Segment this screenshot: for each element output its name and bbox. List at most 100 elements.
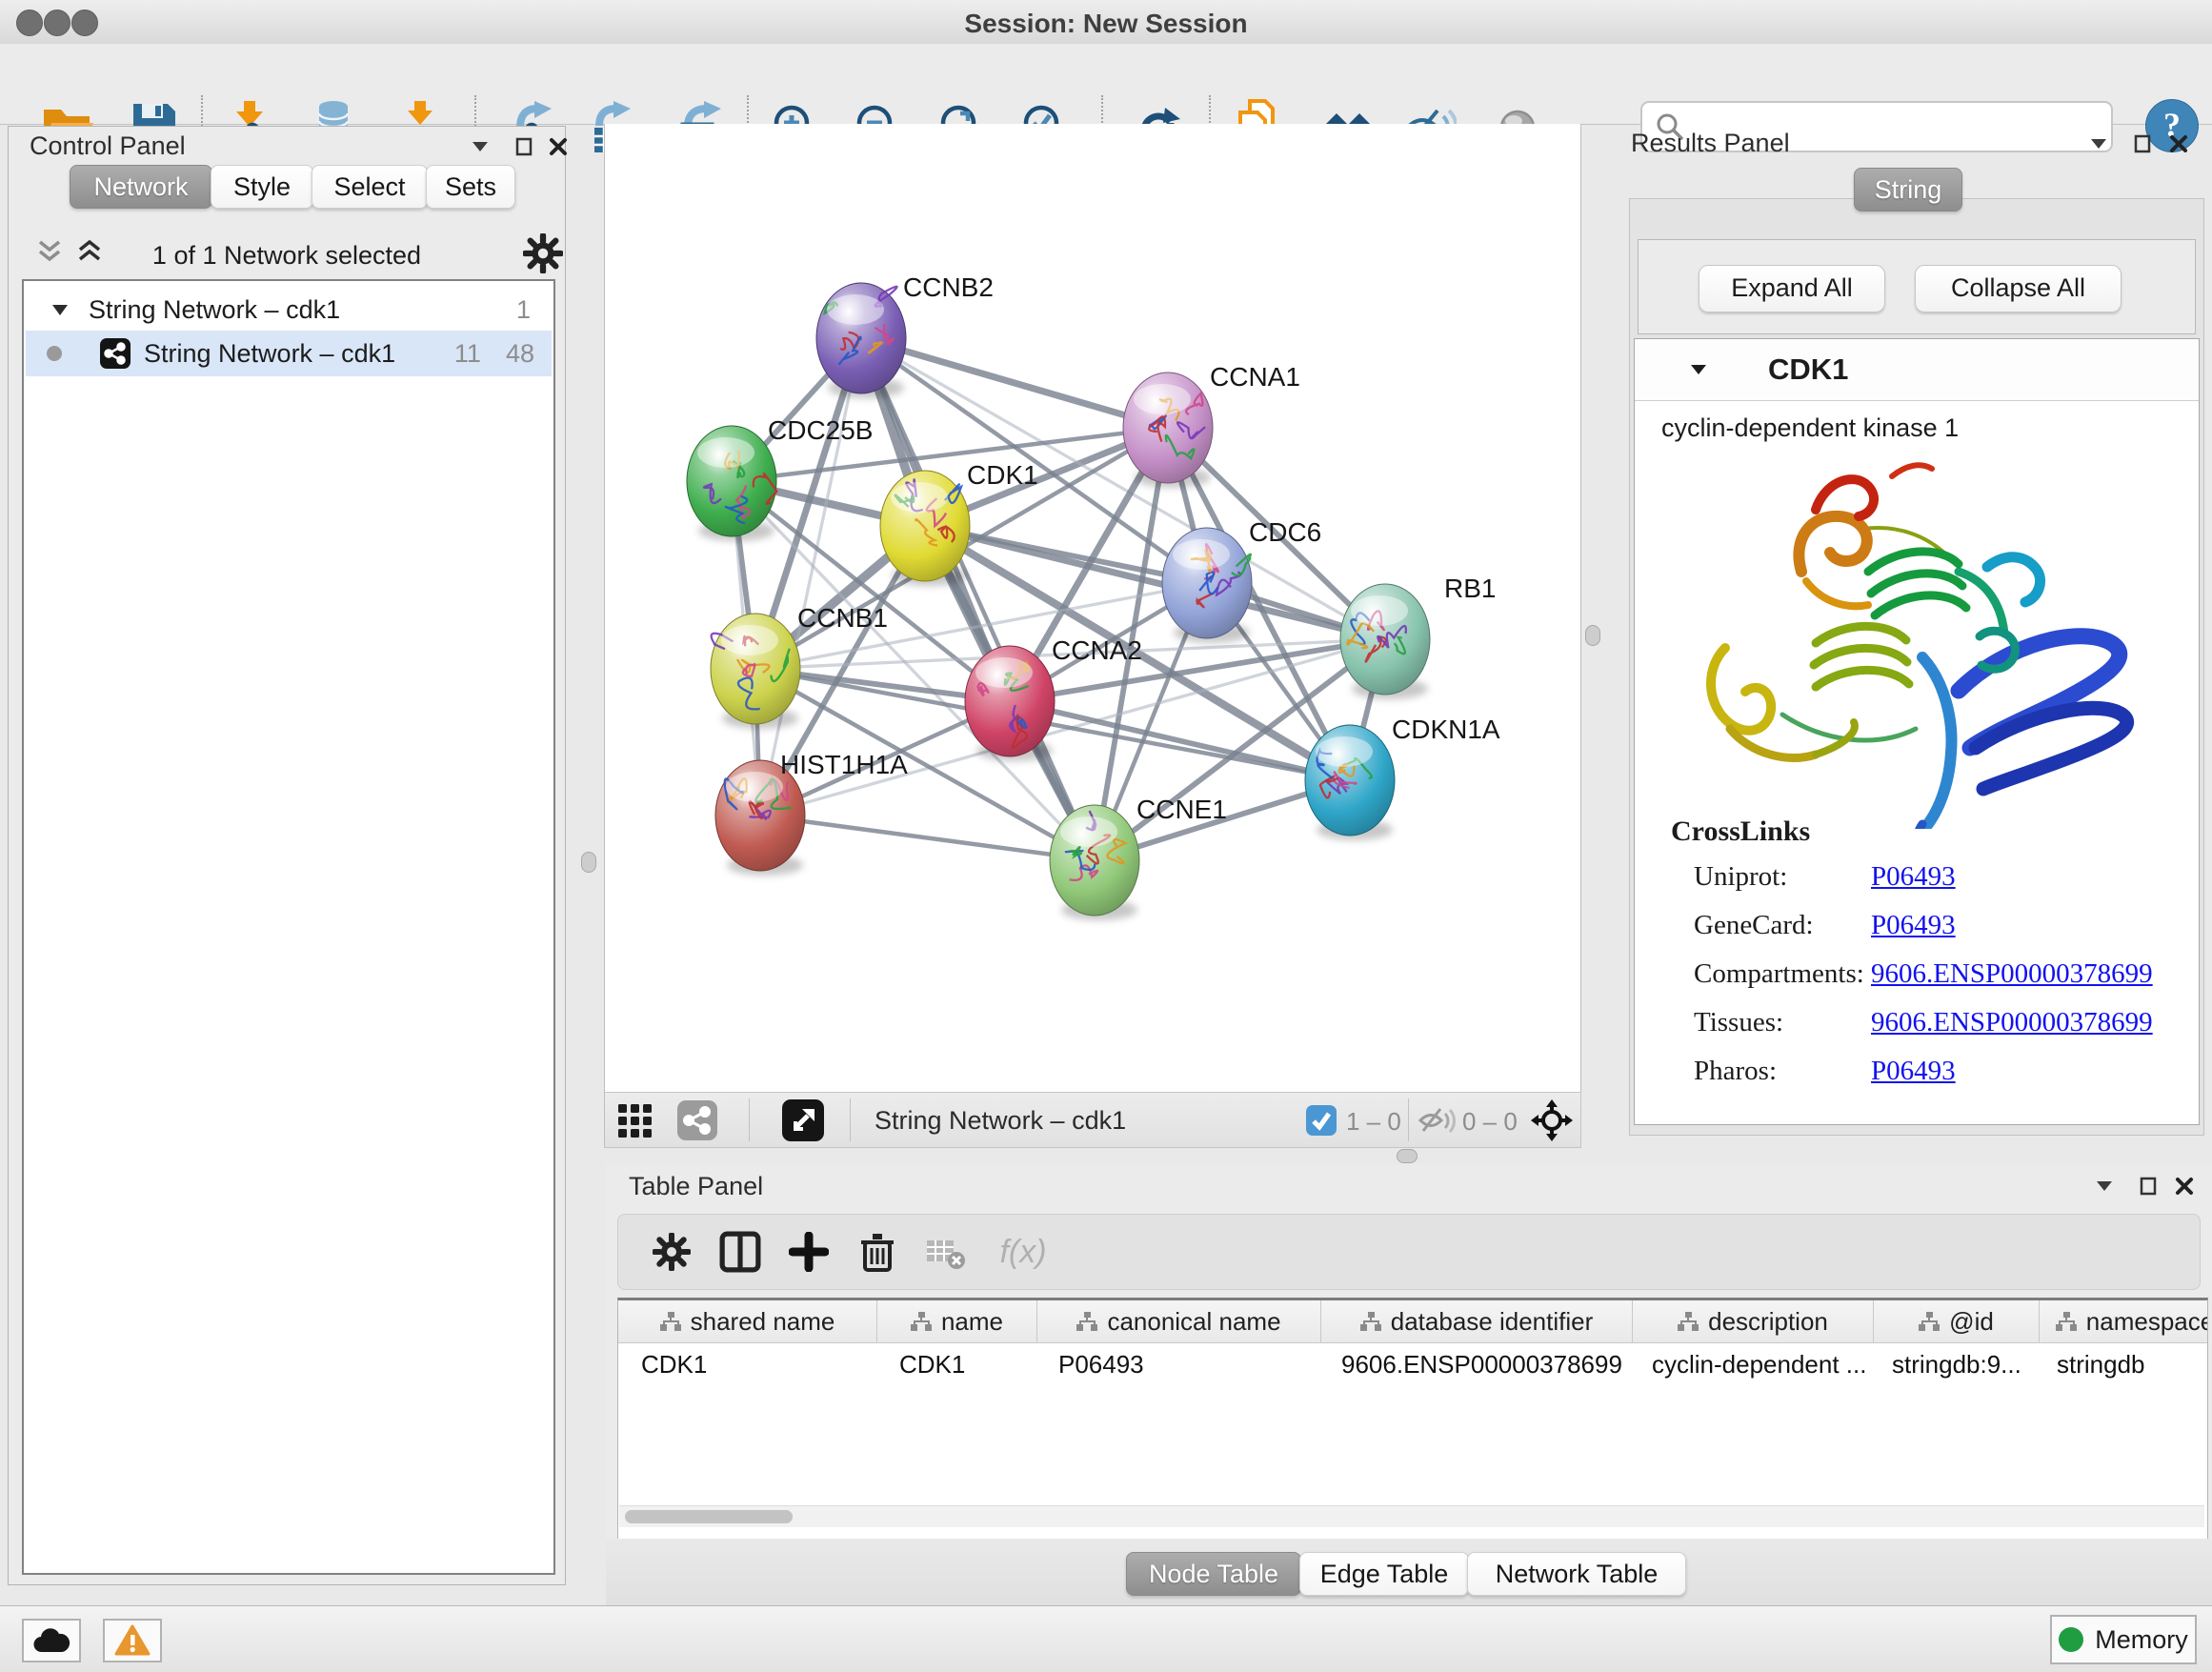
column-header[interactable]: description [1633, 1300, 1874, 1342]
add-column-button[interactable] [774, 1223, 843, 1280]
tab-edge-table[interactable]: Edge Table [1299, 1552, 1469, 1596]
results-panel-menu-button[interactable] [2082, 131, 2115, 156]
bottom-splitter-handle[interactable] [1397, 1149, 1418, 1163]
left-splitter-handle[interactable] [581, 852, 596, 873]
tab-network[interactable]: Network [70, 165, 212, 209]
table-panel-close-button[interactable] [2168, 1174, 2201, 1199]
column-header[interactable]: namespace [2040, 1300, 2208, 1342]
network-collection-row[interactable]: String Network – cdk1 1 [26, 287, 552, 332]
collection-label: String Network – cdk1 [89, 295, 340, 325]
crosslink-row: GeneCard: P06493 [1635, 910, 2199, 957]
table-panel-float-button[interactable] [2132, 1174, 2164, 1199]
table-header-row: shared namenamecanonical namedatabase id… [618, 1300, 2207, 1343]
svg-text:CDK1: CDK1 [967, 460, 1038, 490]
column-header[interactable]: canonical name [1037, 1300, 1321, 1342]
delete-table-icon [925, 1233, 967, 1271]
table-cell: P06493 [1036, 1343, 1318, 1385]
crosslink-value-link[interactable]: 9606.ENSP00000378699 [1871, 1007, 2153, 1038]
cloud-status-button[interactable] [22, 1619, 81, 1662]
selected-checkbox[interactable] [1306, 1100, 1337, 1140]
gene-header-row[interactable]: CDK1 [1635, 339, 2199, 401]
column-header[interactable]: @id [1874, 1300, 2040, 1342]
table-row[interactable]: CDK1CDK1P064939606.ENSP00000378699cyclin… [618, 1343, 2207, 1385]
network-list: String Network – cdk1 1 String Network –… [22, 279, 555, 1575]
tab-style[interactable]: Style [211, 165, 313, 209]
control-panel-close-button[interactable] [542, 134, 574, 159]
memory-label: Memory [2095, 1625, 2188, 1655]
control-panel-float-button[interactable] [508, 134, 540, 159]
table-cell: CDK1 [876, 1343, 1036, 1385]
network-options-gear-button[interactable] [523, 233, 563, 273]
collapse-all-button[interactable]: Collapse All [1915, 265, 2122, 312]
crosslink-row: Tissues: 9606.ENSP00000378699 [1635, 1007, 2199, 1055]
network-row[interactable]: String Network – cdk1 11 48 [26, 331, 552, 376]
crosslink-value-link[interactable]: P06493 [1871, 861, 1956, 893]
crosslink-label: Tissues: [1694, 1007, 1783, 1038]
float-window-icon [2140, 1177, 2157, 1196]
chevron-down-icon [472, 141, 489, 152]
grid-icon [618, 1102, 654, 1138]
birds-eye-view-button[interactable] [782, 1100, 824, 1140]
table-horizontal-scrollbar [619, 1505, 2204, 1527]
collapse-triangle-icon[interactable] [1690, 364, 1707, 375]
results-panel: Results Panel String Expand All Collapse… [1619, 124, 2212, 1148]
close-icon [549, 137, 568, 156]
crosslink-label: Uniprot: [1694, 861, 1787, 893]
chevron-down-icon [2090, 138, 2107, 150]
delete-table-button-disabled [912, 1223, 980, 1280]
table-cell: stringdb:9... [1869, 1343, 2034, 1385]
crosslink-value-link[interactable]: 9606.ENSP00000378699 [1871, 958, 2153, 990]
tab-node-table[interactable]: Node Table [1126, 1552, 1301, 1596]
network-selection-status: 1 of 1 Network selected [9, 241, 565, 271]
svg-text:CDC25B: CDC25B [768, 415, 873, 445]
results-panel-close-button[interactable] [2162, 131, 2195, 156]
results-panel-float-button[interactable] [2126, 131, 2159, 156]
network-share-button[interactable] [677, 1100, 717, 1140]
hidden-toggle-button[interactable] [1418, 1100, 1456, 1140]
columns-icon [719, 1231, 761, 1273]
show-columns-button[interactable] [706, 1223, 774, 1280]
network-canvas[interactable]: CCNB2CCNA1CDC25BCDK1CDC6RB1CCNB1CCNA2CDK… [604, 124, 1581, 1092]
table-panel-menu-button[interactable] [2088, 1174, 2121, 1199]
tab-network-table[interactable]: Network Table [1467, 1552, 1686, 1596]
tab-sets[interactable]: Sets [426, 165, 515, 209]
pan-tool-button[interactable] [1531, 1100, 1573, 1140]
grid-view-button[interactable] [618, 1100, 654, 1140]
crosslink-value-link[interactable]: P06493 [1871, 1056, 1956, 1087]
tab-select[interactable]: Select [312, 165, 428, 209]
control-panel-title: Control Panel [30, 131, 186, 161]
expand-all-button[interactable]: Expand All [1699, 265, 1885, 312]
column-header[interactable]: name [877, 1300, 1037, 1342]
crosslink-value-link[interactable]: P06493 [1871, 910, 1956, 941]
share-icon [677, 1100, 717, 1140]
collection-count: 1 [516, 295, 531, 325]
crosslink-label: Pharos: [1694, 1056, 1777, 1087]
plus-icon [789, 1232, 829, 1272]
delete-column-button[interactable] [843, 1223, 912, 1280]
svg-text:RB1: RB1 [1444, 574, 1496, 603]
footer-separator [850, 1098, 851, 1141]
svg-text:CCNA2: CCNA2 [1052, 635, 1142, 665]
memory-button[interactable]: Memory [2050, 1615, 2197, 1664]
birds-eye-icon [782, 1099, 824, 1141]
warning-status-button[interactable] [103, 1619, 162, 1662]
control-panel: Control Panel Network Style Select Sets … [8, 126, 566, 1585]
window-title: Session: New Session [0, 9, 2212, 39]
control-panel-menu-button[interactable] [464, 134, 496, 159]
footer-separator [749, 1098, 750, 1141]
network-graph[interactable]: CCNB2CCNA1CDC25BCDK1CDC6RB1CCNB1CCNA2CDK… [605, 124, 1580, 1092]
gene-section: CDK1 cyclin-dependent kinase 1 [1634, 338, 2200, 1125]
svg-text:CCNA1: CCNA1 [1210, 362, 1300, 392]
table-settings-button[interactable] [637, 1223, 706, 1280]
right-splitter-handle[interactable] [1585, 625, 1600, 646]
main-toolbar: ? [0, 44, 2212, 125]
scrollbar-thumb[interactable] [625, 1510, 793, 1523]
results-panel-title: Results Panel [1631, 129, 1790, 158]
tab-string[interactable]: String [1854, 168, 1962, 212]
trash-icon [857, 1231, 897, 1273]
column-header[interactable]: database identifier [1321, 1300, 1633, 1342]
gene-description: cyclin-dependent kinase 1 [1661, 413, 1959, 443]
column-header[interactable]: shared name [618, 1300, 877, 1342]
float-window-icon [515, 137, 533, 156]
crosshair-move-icon [1531, 1099, 1573, 1141]
